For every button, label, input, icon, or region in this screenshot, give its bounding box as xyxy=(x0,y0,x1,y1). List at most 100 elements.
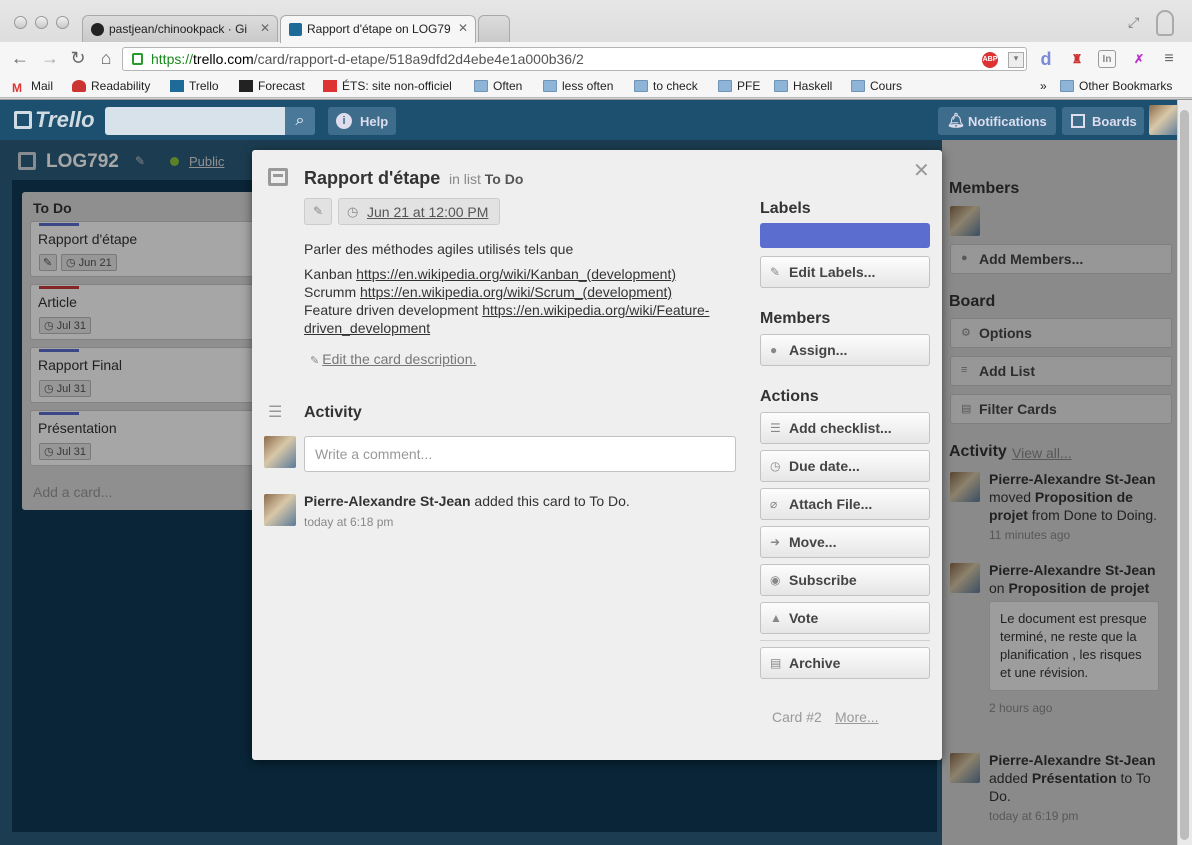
trello-favicon-icon xyxy=(289,23,302,36)
github-icon xyxy=(91,23,104,36)
bookmark-forecast[interactable]: Forecast xyxy=(239,79,305,93)
comment-input[interactable]: Write a comment... xyxy=(304,436,736,472)
bookmark-trello[interactable]: Trello xyxy=(170,79,219,93)
edit-card-icon[interactable]: ✎ xyxy=(304,198,332,225)
d-extension-icon[interactable]: d xyxy=(1037,50,1055,68)
bookmark-folder-to-check[interactable]: to check xyxy=(634,79,698,93)
search-input[interactable] xyxy=(105,107,285,135)
activity-avatar[interactable] xyxy=(264,494,296,526)
bookmark-folder-other[interactable]: Other Bookmarks xyxy=(1060,79,1172,93)
fdd-link[interactable]: https://en.wikipedia.org/wiki/Feature- xyxy=(482,302,709,318)
fullscreen-icon[interactable]: ⤢ xyxy=(1128,14,1139,31)
notifications-button[interactable]: 🔔︎ Notifications xyxy=(938,107,1056,135)
thumbs-up-icon: ▲ xyxy=(770,611,782,625)
add-checklist-button[interactable]: ☰ Add checklist... xyxy=(760,412,930,444)
scrollbar-thumb[interactable] xyxy=(1180,110,1189,840)
edit-labels-button[interactable]: ✎ Edit Labels... xyxy=(760,256,930,288)
ets-icon xyxy=(323,80,337,92)
lock-icon xyxy=(132,53,143,65)
address-bar[interactable]: https://trello.com/card/rapport-d-etape/… xyxy=(122,47,1027,71)
close-window-button[interactable] xyxy=(14,16,27,29)
bookmark-folder-less-often[interactable]: less often xyxy=(543,79,613,93)
bookmark-folder-cours[interactable]: Cours xyxy=(851,79,902,93)
more-link[interactable]: More... xyxy=(835,709,879,725)
paperclip-icon: ⌀ xyxy=(770,497,778,511)
clock-icon: ◷ xyxy=(770,459,781,473)
divider xyxy=(760,640,930,641)
folder-icon xyxy=(718,80,732,92)
boards-button[interactable]: Boards xyxy=(1062,107,1144,135)
description-line: Scrumm https://en.wikipedia.org/wiki/Scr… xyxy=(304,284,673,300)
profile-icon[interactable] xyxy=(1156,10,1174,36)
scrum-link[interactable]: https://en.wikipedia.org/wiki/Scrum_(dev… xyxy=(360,284,672,300)
adblock-icon[interactable]: ABP xyxy=(982,52,998,68)
subscribe-button[interactable]: ◉ Subscribe xyxy=(760,564,930,596)
due-date-button[interactable]: ◷ Due date... xyxy=(760,450,930,482)
card-title[interactable]: Rapport d'étape xyxy=(304,168,440,189)
help-button[interactable]: i Help xyxy=(328,107,396,135)
bookmark-mail[interactable]: M Mail xyxy=(12,79,53,95)
vote-button[interactable]: ▲ Vote xyxy=(760,602,930,634)
reload-icon[interactable]: ↻ xyxy=(66,46,90,70)
due-date-badge[interactable]: ◷ Jun 21 at 12:00 PM xyxy=(338,198,500,225)
move-button[interactable]: ➜ Move... xyxy=(760,526,930,558)
browser-tab-trello[interactable]: Rapport d'étape on LOG79 ✕ xyxy=(280,15,476,43)
activity-title: Activity xyxy=(304,404,362,421)
description-intro: Parler des méthodes agiles utilisés tels… xyxy=(304,241,574,257)
user-avatar[interactable] xyxy=(1149,105,1179,135)
home-icon[interactable]: ⌂ xyxy=(94,46,118,70)
list-link[interactable]: To Do xyxy=(485,171,524,187)
kanban-link[interactable]: https://en.wikipedia.org/wiki/Kanban_(de… xyxy=(356,266,676,282)
activity-entry: Pierre-Alexandre St-Jean added this card… xyxy=(304,493,630,509)
search-icon[interactable]: ⌕ xyxy=(285,107,315,135)
bookmark-ets[interactable]: ÉTS: site non-officiel xyxy=(323,79,452,93)
card-description: Parler des méthodes agiles utilisés tels… xyxy=(304,240,734,337)
tab-close-icon[interactable]: ✕ xyxy=(260,21,270,35)
assign-button[interactable]: ● Assign... xyxy=(760,334,930,366)
x-extension-icon[interactable]: ✗ xyxy=(1130,50,1148,68)
edit-description-link[interactable]: ✎ Edit the card description. xyxy=(310,351,476,367)
readability-extension-icon[interactable]: ♜ xyxy=(1068,50,1086,68)
bookmark-folder-haskell[interactable]: Haskell xyxy=(774,79,832,93)
forecast-icon xyxy=(239,80,253,92)
folder-icon xyxy=(774,80,788,92)
folder-icon xyxy=(474,80,488,92)
trello-logo[interactable]: Trello xyxy=(14,107,95,133)
bookmark-readability[interactable]: Readability xyxy=(72,79,150,93)
gmail-icon: M xyxy=(12,81,22,95)
menu-icon[interactable]: ≡ xyxy=(1160,50,1178,68)
readability-icon xyxy=(72,80,86,92)
info-icon: i xyxy=(336,113,352,129)
fdd-link-continued[interactable]: driven_development xyxy=(304,320,430,336)
card-detail-modal: Rapport d'étape in list To Do ✕ ✎ ◷ Jun 2… xyxy=(252,150,942,760)
zoom-window-button[interactable] xyxy=(56,16,69,29)
tab-close-icon[interactable]: ✕ xyxy=(458,21,468,35)
labels-title: Labels xyxy=(760,200,811,217)
activity-user-link[interactable]: Pierre-Alexandre St-Jean xyxy=(304,493,471,509)
person-icon: ● xyxy=(770,343,778,357)
current-user-avatar[interactable] xyxy=(264,436,296,468)
card-label[interactable] xyxy=(760,223,930,248)
boards-icon xyxy=(1071,114,1085,128)
browser-tab-github[interactable]: pastjean/chinookpack · Gi ✕ xyxy=(82,15,278,43)
bookmarks-bar: M Mail Readability Trello Forecast ÉTS: s… xyxy=(0,76,1192,98)
attach-file-button[interactable]: ⌀ Attach File... xyxy=(760,488,930,520)
archive-button[interactable]: ▤ Archive xyxy=(760,647,930,679)
new-tab-button[interactable] xyxy=(478,15,510,43)
bookmarks-overflow-button[interactable]: » xyxy=(1040,79,1047,93)
linkedin-extension-icon[interactable]: In xyxy=(1098,50,1116,68)
activity-time: today at 6:18 pm xyxy=(304,515,394,529)
forward-arrow-icon[interactable]: → xyxy=(38,46,62,70)
in-list-text: in list To Do xyxy=(449,171,524,187)
dropdown-icon[interactable]: ▾ xyxy=(1008,52,1024,68)
back-arrow-icon[interactable]: ← xyxy=(8,46,32,70)
folder-icon xyxy=(634,80,648,92)
clock-icon: ◷ xyxy=(347,204,359,219)
close-modal-icon[interactable]: ✕ xyxy=(913,158,930,183)
bookmark-folder-often[interactable]: Often xyxy=(474,79,522,93)
bookmark-folder-pfe[interactable]: PFE xyxy=(718,79,760,93)
folder-icon xyxy=(1060,80,1074,92)
minimize-window-button[interactable] xyxy=(35,16,48,29)
folder-icon xyxy=(851,80,865,92)
navigation-bar: ← → ↻ ⌂ https://trello.com/card/rapport-… xyxy=(0,42,1192,76)
